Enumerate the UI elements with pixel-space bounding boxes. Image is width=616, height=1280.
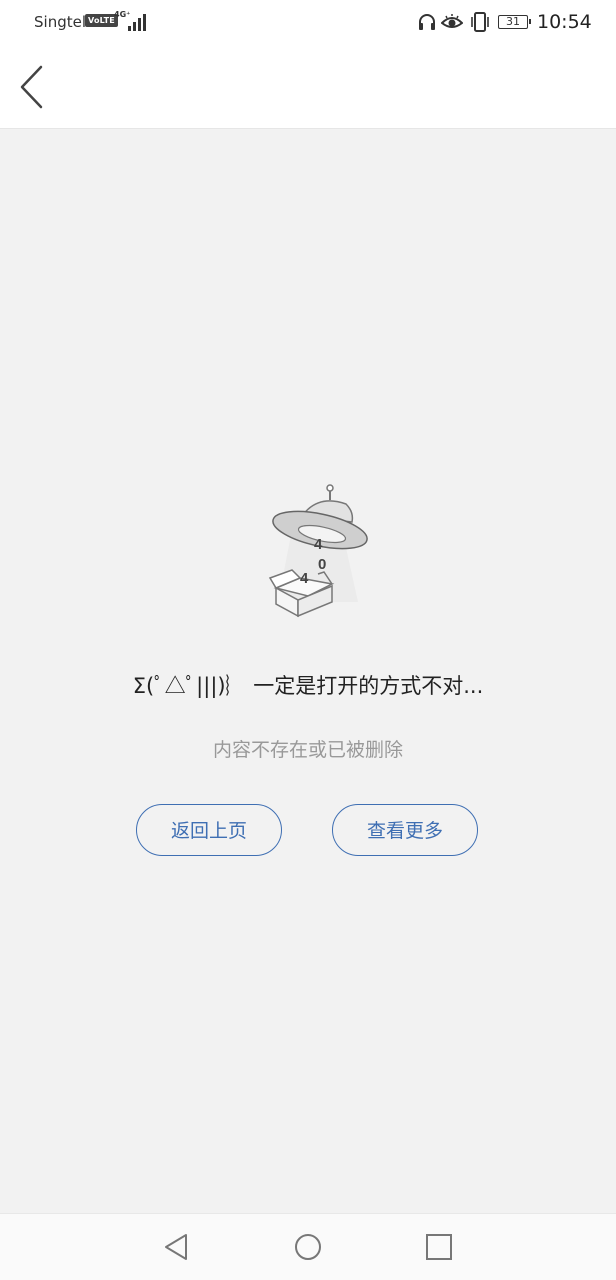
view-more-button[interactable]: 查看更多 [332, 804, 478, 856]
illustration-digit-3: 4 [300, 570, 309, 587]
top-navigation-bar [0, 46, 616, 129]
vibrate-icon [471, 12, 489, 32]
illustration-digit-2: 0 [318, 556, 326, 573]
circle-home-icon[interactable] [293, 1232, 323, 1262]
error-subtitle: 内容不存在或已被删除 [212, 739, 403, 761]
carrier-name: Singtel [34, 13, 86, 31]
back-to-previous-page-button[interactable]: 返回上页 [136, 804, 282, 856]
eye-icon [441, 14, 463, 28]
signal-icon [124, 13, 148, 31]
battery-icon: 31 [498, 15, 531, 29]
ufo-404-illustration: 4 0 4 [262, 482, 374, 620]
status-bar: Singtel VoLTE 4G⁺ 31 10:54 [0, 0, 616, 46]
system-navigation-bar [0, 1213, 616, 1280]
clock: 10:54 [537, 11, 592, 33]
headphones-icon [419, 14, 435, 30]
volte-badge: VoLTE [85, 14, 118, 27]
error-title: Σ(ﾟ△ﾟ|||)︴ 一定是打开的方式不对... [132, 674, 484, 698]
triangle-back-icon[interactable] [162, 1232, 190, 1262]
square-recents-icon[interactable] [425, 1232, 453, 1262]
illustration-digit-1: 4 [314, 536, 323, 553]
chevron-left-icon [20, 65, 43, 109]
back-button[interactable] [14, 62, 54, 112]
